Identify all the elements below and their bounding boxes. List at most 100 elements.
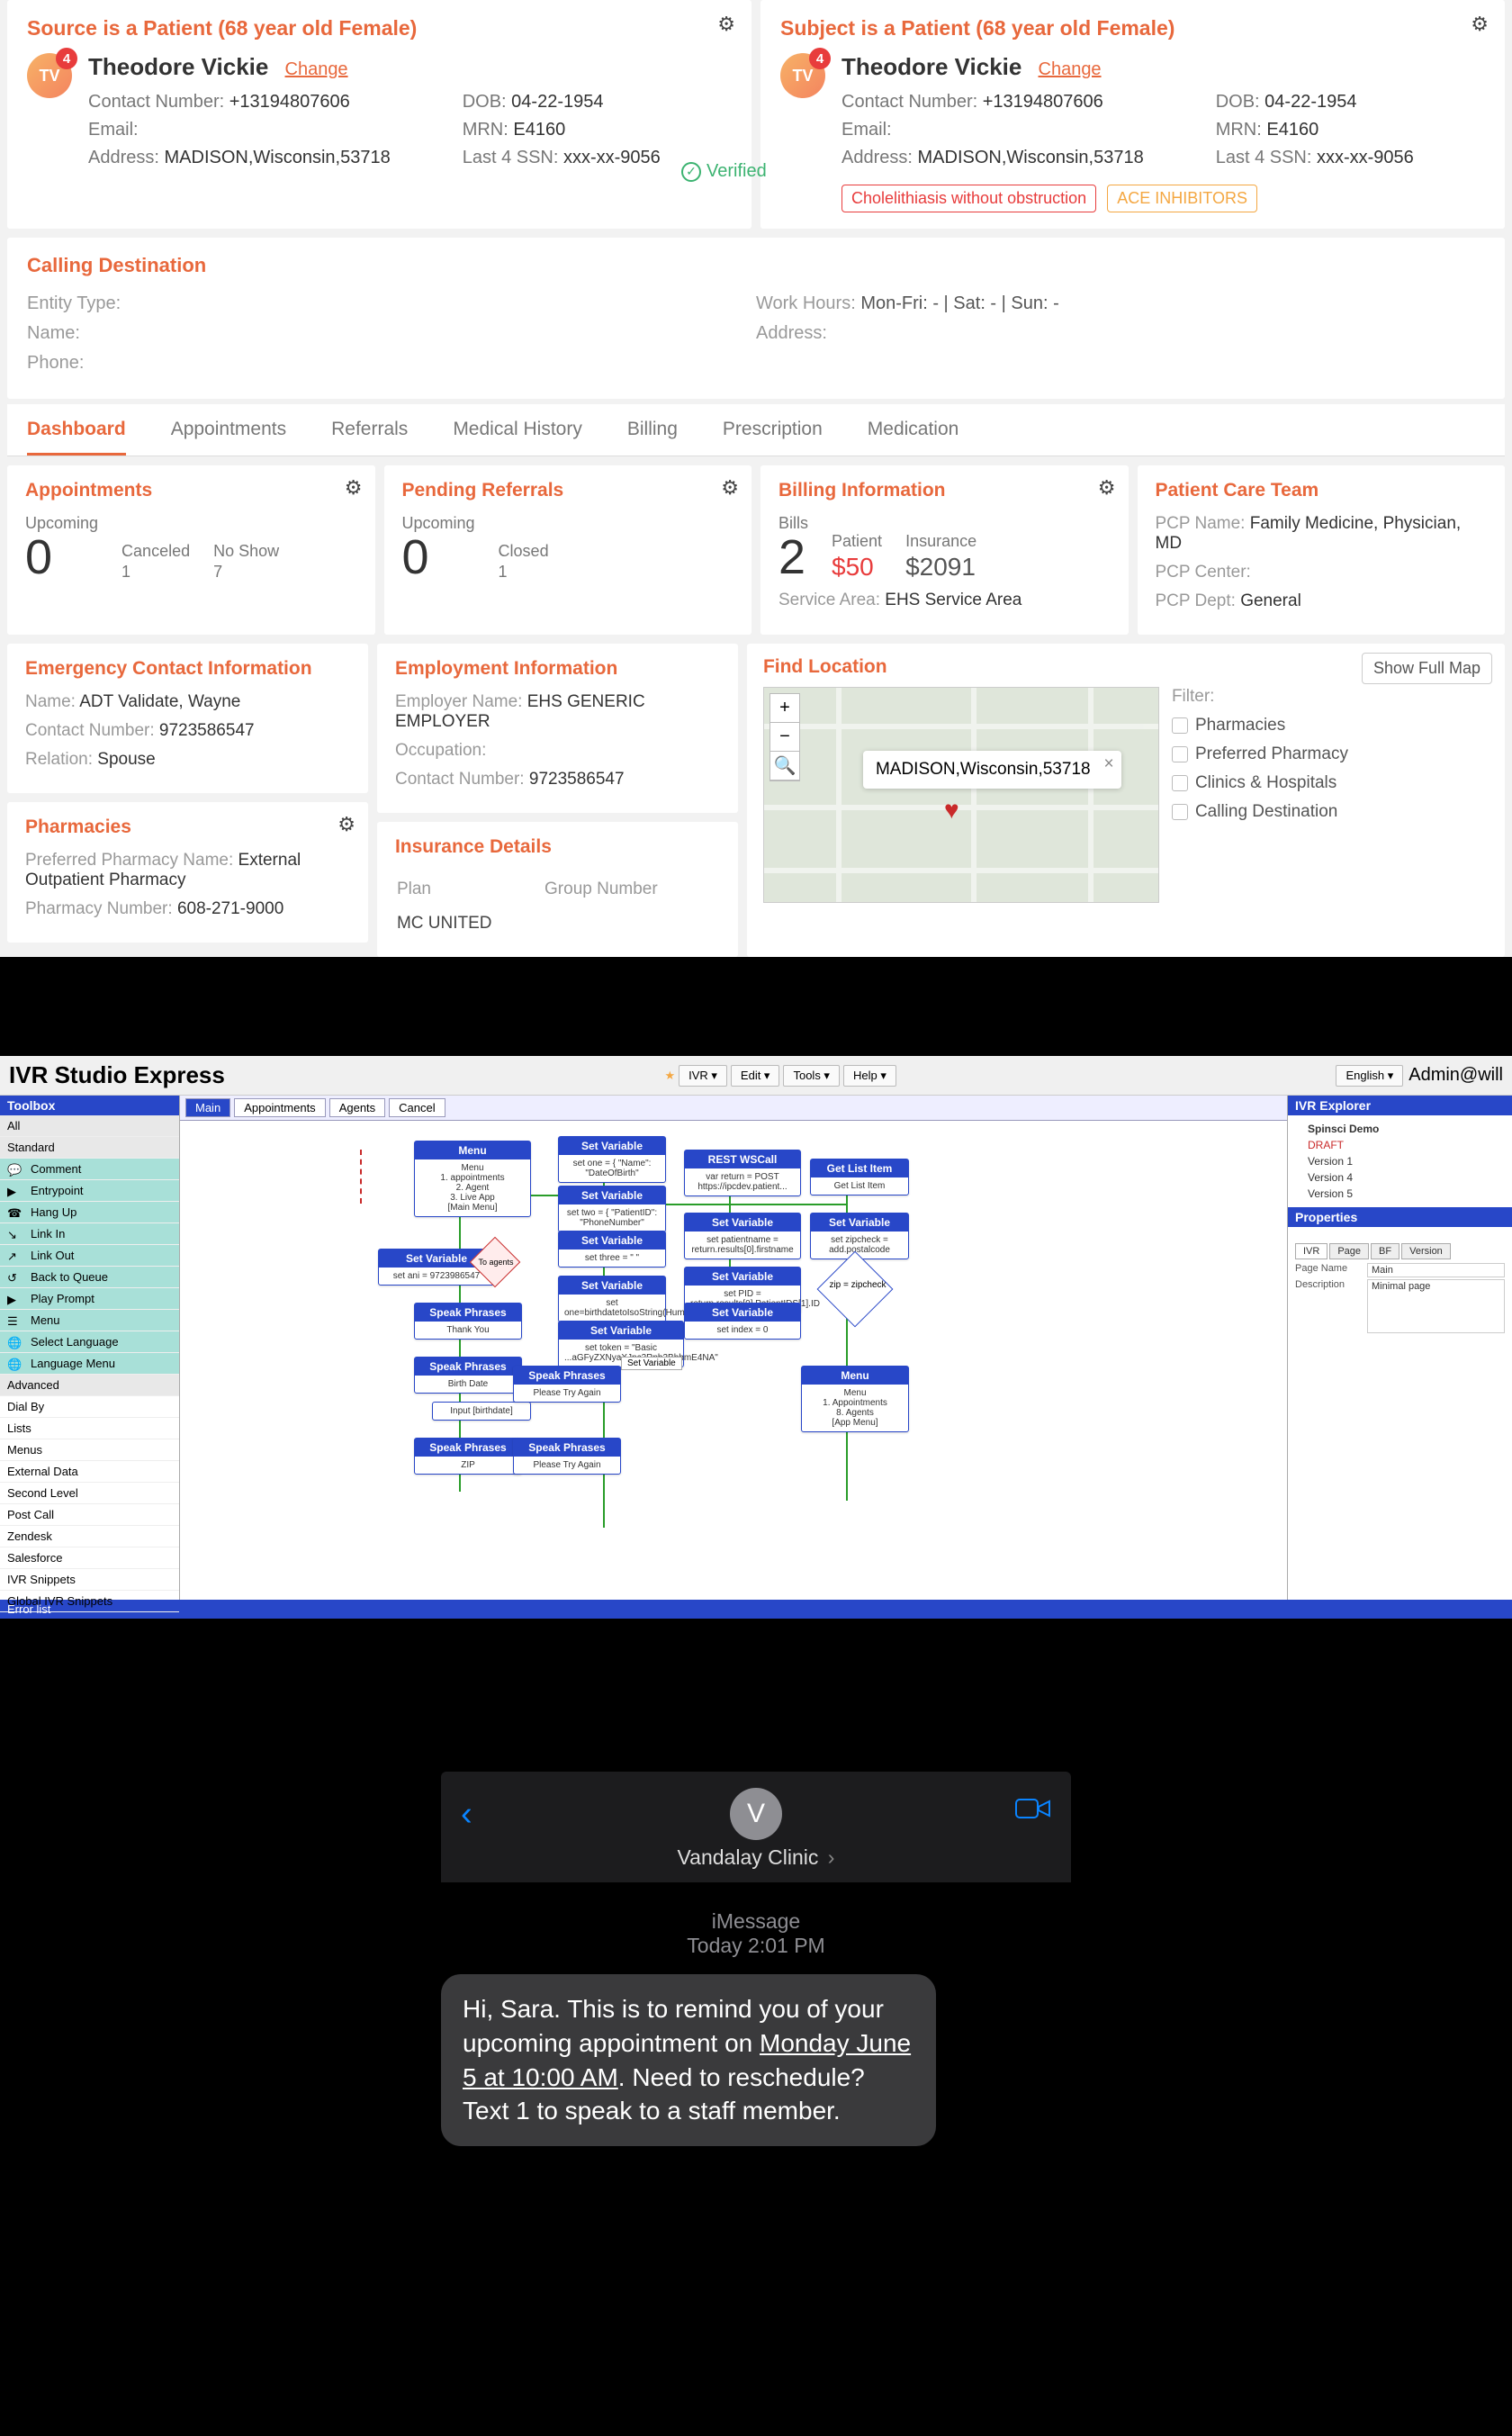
zoom-out-icon[interactable]: − [770,723,799,752]
tool-menu[interactable]: ☰Menu [0,1310,179,1331]
adv-dial-by[interactable]: Dial By [0,1396,179,1418]
tab-prescription[interactable]: Prescription [723,419,823,456]
error-list-bar[interactable]: Error list [0,1600,1512,1619]
contact-number[interactable]: +13194807606 [983,92,1103,112]
tool-comment[interactable]: 💬Comment [0,1159,179,1180]
node-menu[interactable]: MenuMenu 1. appointments 2. Agent 3. Liv… [414,1141,531,1217]
tab-medication[interactable]: Medication [868,419,959,456]
tool-entrypoint[interactable]: ▶Entrypoint [0,1180,179,1202]
tool-hangup[interactable]: ☎Hang Up [0,1202,179,1223]
change-link[interactable]: Change [285,59,348,79]
dx-pill[interactable]: Cholelithiasis without obstruction [842,185,1096,212]
adv-zendesk[interactable]: Zendesk [0,1526,179,1547]
node-speak-thanks[interactable]: Speak PhrasesThank You [414,1303,522,1340]
node-setvar-top[interactable]: Set Variableset one = { "Name": "DateOfB… [558,1136,666,1183]
tool-select-language[interactable]: 🌐Select Language [0,1331,179,1353]
close-icon[interactable]: × [1103,754,1113,774]
menu-help[interactable]: Help ▾ [843,1065,896,1087]
prop-tab-version[interactable]: Version [1401,1243,1451,1259]
tab-billing[interactable]: Billing [627,419,678,456]
map-popup: MADISON,Wisconsin,53718 × [863,751,1121,789]
node-input-birthdate[interactable]: Input [birthdate] [432,1402,531,1421]
ivr-studio: IVR Studio Express ★ IVR ▾ Edit ▾ Tools … [0,1056,1512,1619]
insurance-widget: Insurance Details PlanGroup Number MC UN… [377,822,738,957]
video-icon[interactable] [1015,1795,1051,1828]
gear-icon[interactable]: ⚙ [721,476,739,500]
tab-medical-history[interactable]: Medical History [453,419,582,456]
back-icon[interactable]: ‹ [461,1795,472,1834]
search-icon[interactable]: 🔍 [770,752,799,780]
filter-calling-dest[interactable]: Calling Destination [1172,802,1489,822]
gear-icon[interactable]: ⚙ [338,813,356,836]
med-pill[interactable]: ACE INHIBITORS [1107,185,1257,212]
menu-edit[interactable]: Edit ▾ [731,1065,780,1087]
map-zoom-controls[interactable]: + − 🔍 [770,693,800,781]
contact-name[interactable]: Vandalay Clinic › [461,1845,1051,1870]
filter-clinics[interactable]: Clinics & Hospitals [1172,773,1489,793]
page-name-input[interactable]: Main [1367,1263,1505,1277]
tool-back-queue[interactable]: ↺Back to Queue [0,1267,179,1288]
node-setvar-index[interactable]: Set Variableset index = 0 [684,1303,801,1340]
avatar[interactable]: TV 4 [27,53,72,98]
adv-lists[interactable]: Lists [0,1418,179,1439]
tool-language-menu[interactable]: 🌐Language Menu [0,1353,179,1375]
filter-preferred-pharmacy[interactable]: Preferred Pharmacy [1172,744,1489,764]
gear-icon[interactable]: ⚙ [345,476,363,500]
play-icon: ▶ [7,1293,23,1305]
setvar-button[interactable]: Set Variable [621,1357,682,1370]
canvas-tab-cancel[interactable]: Cancel [389,1098,445,1117]
gear-icon[interactable]: ⚙ [1098,476,1116,500]
node-setvar2[interactable]: Set Variableset two = { "PatientID": "Ph… [558,1186,666,1232]
prop-tab-ivr[interactable]: IVR [1295,1243,1328,1259]
adv-post-call[interactable]: Post Call [0,1504,179,1526]
node-speak-birthdate[interactable]: Speak PhrasesBirth Date [414,1357,522,1394]
avatar[interactable]: TV 4 [780,53,825,98]
node-setvar3[interactable]: Set Variableset three = " " [558,1231,666,1268]
source-title: Source is a Patient (68 year old Female) [27,16,732,41]
tab-appointments[interactable]: Appointments [171,419,286,456]
show-full-map-button[interactable]: Show Full Map [1362,653,1492,684]
tab-referrals[interactable]: Referrals [331,419,408,456]
change-link[interactable]: Change [1039,59,1102,79]
node-speak-try[interactable]: Speak PhrasesPlease Try Again [513,1366,621,1403]
filter-pharmacies[interactable]: Pharmacies [1172,716,1489,735]
tool-play-prompt[interactable]: ▶Play Prompt [0,1288,179,1310]
canvas-tab-appointments[interactable]: Appointments [234,1098,326,1117]
tool-link-in[interactable]: ↘Link In [0,1223,179,1245]
user-label: Admin@will [1408,1065,1503,1086]
node-setvar4[interactable]: Set Variableset one=birthdatetoIsoString… [558,1276,666,1322]
prop-tab-bf[interactable]: BF [1371,1243,1400,1259]
menu-icon: ☰ [7,1314,23,1327]
badge: 4 [56,48,77,69]
node-getlist[interactable]: Get List ItemGet List Item [810,1159,909,1195]
adv-menus[interactable]: Menus [0,1439,179,1461]
tool-link-out[interactable]: ↗Link Out [0,1245,179,1267]
canvas-tab-main[interactable]: Main [185,1098,230,1117]
zoom-in-icon[interactable]: + [770,694,799,723]
adv-second-level[interactable]: Second Level [0,1483,179,1504]
description-input[interactable]: Minimal page [1367,1279,1505,1333]
adv-salesforce[interactable]: Salesforce [0,1547,179,1569]
node-setvar-patientname[interactable]: Set Variableset patientname = return.res… [684,1213,801,1259]
prop-tab-page[interactable]: Page [1329,1243,1369,1259]
contact-number[interactable]: +13194807606 [230,92,350,112]
star-icon[interactable]: ★ [664,1069,675,1083]
menu-tools[interactable]: Tools ▾ [783,1065,840,1087]
upcoming-count: 0 [25,533,98,582]
flow-canvas[interactable]: Main Appointments Agents Cancel MenuMenu… [180,1096,1287,1600]
gear-icon[interactable]: ⚙ [1471,13,1489,36]
avatar[interactable]: V [730,1788,782,1840]
node-menu2[interactable]: MenuMenu 1. Appointments 8. Agents [App … [801,1366,909,1432]
adv-ivr-snippets[interactable]: IVR Snippets [0,1569,179,1591]
gear-icon[interactable]: ⚙ [717,13,735,36]
node-speak-zip[interactable]: Speak PhrasesZIP [414,1438,522,1475]
node-setvar-zip[interactable]: Set Variableset zipcheck = add.postalcod… [810,1213,909,1259]
tab-dashboard[interactable]: Dashboard [27,419,126,456]
canvas-tab-agents[interactable]: Agents [329,1098,385,1117]
menu-ivr[interactable]: IVR ▾ [679,1065,727,1087]
language-select[interactable]: English ▾ [1336,1065,1403,1087]
node-rest[interactable]: REST WSCallvar return = POST https://ipc… [684,1150,801,1196]
node-speak-try2[interactable]: Speak PhrasesPlease Try Again [513,1438,621,1475]
map[interactable]: + − 🔍 MADISON,Wisconsin,53718 × ♥ [763,687,1159,903]
adv-external[interactable]: External Data [0,1461,179,1483]
